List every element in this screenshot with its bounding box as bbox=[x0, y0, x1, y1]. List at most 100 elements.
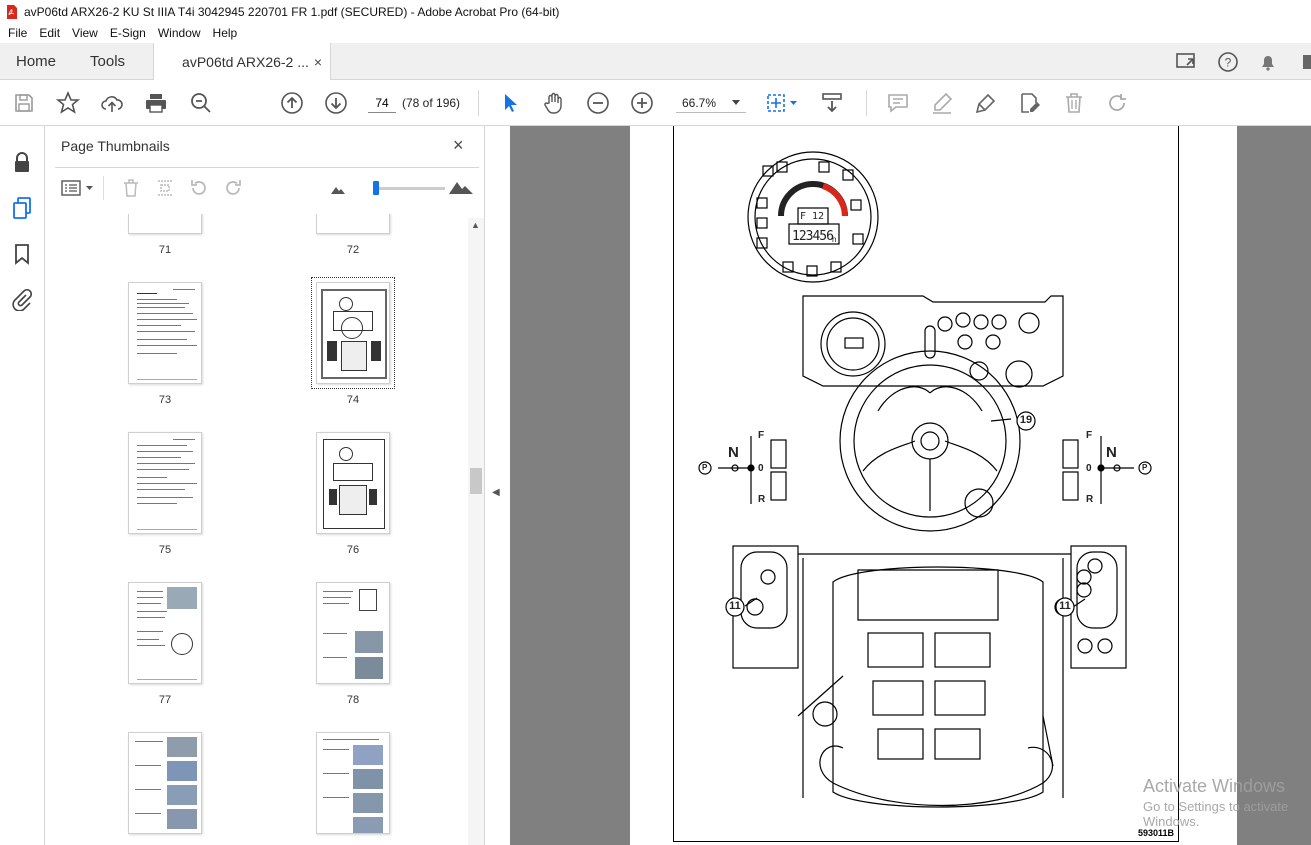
options-menu-icon[interactable] bbox=[61, 180, 95, 196]
page-thumbnail[interactable] bbox=[128, 214, 202, 234]
extract-page-icon[interactable] bbox=[155, 178, 175, 198]
delete-page-icon[interactable] bbox=[121, 178, 141, 198]
thumbnail-label: 75 bbox=[158, 544, 172, 556]
redo-icon[interactable] bbox=[1106, 91, 1130, 115]
menu-window[interactable]: Window bbox=[152, 26, 207, 40]
main-toolbar: (78 of 196) 66.7% bbox=[0, 80, 1311, 126]
zoom-in-icon[interactable] bbox=[630, 91, 654, 115]
gear-label-p-right: P bbox=[1142, 463, 1148, 472]
account-icon[interactable] bbox=[1297, 51, 1311, 73]
gear-label-0-right: 0 bbox=[1086, 463, 1092, 474]
scroll-up-icon[interactable]: ▲ bbox=[471, 220, 480, 230]
rotate-left-icon[interactable] bbox=[189, 178, 209, 198]
upload-cloud-icon[interactable] bbox=[100, 91, 124, 115]
activate-windows-watermark: Activate Windows Go to Settings to activ… bbox=[1143, 776, 1311, 829]
page-thumbnail[interactable] bbox=[128, 282, 202, 384]
gear-label-f-right: F bbox=[1086, 430, 1093, 441]
tab-home[interactable]: Home bbox=[0, 43, 78, 79]
zoom-out-icon[interactable] bbox=[586, 91, 610, 115]
tab-bar: Home Tools avP06td ARX26-2 ... × ? bbox=[0, 43, 1311, 80]
fit-page-icon[interactable] bbox=[766, 91, 800, 115]
thumbnail-label: 76 bbox=[346, 544, 360, 556]
menu-file[interactable]: File bbox=[2, 26, 33, 40]
gear-label-r-left: R bbox=[758, 494, 766, 505]
hour-meter-unit: h bbox=[832, 235, 837, 244]
next-page-icon[interactable] bbox=[324, 91, 348, 115]
toolbar-divider bbox=[103, 176, 104, 200]
thumbnail-size-slider-handle[interactable] bbox=[373, 181, 379, 195]
tab-document[interactable]: avP06td ARX26-2 ... × bbox=[153, 43, 332, 80]
page-thumbnail[interactable] bbox=[316, 432, 390, 534]
hour-meter-value: 123456 bbox=[792, 229, 834, 244]
gear-label-f-left: F bbox=[758, 430, 765, 441]
collapse-panel-icon[interactable]: ◀ bbox=[492, 487, 500, 498]
previous-page-icon[interactable] bbox=[280, 91, 304, 115]
page-thumbnail-selected[interactable] bbox=[311, 277, 395, 389]
thumbnail-label: 73 bbox=[158, 394, 172, 406]
help-icon[interactable]: ? bbox=[1217, 51, 1239, 73]
page-thumbnail[interactable] bbox=[316, 582, 390, 684]
hand-tool-icon[interactable] bbox=[542, 91, 566, 115]
rotate-right-icon[interactable] bbox=[223, 178, 243, 198]
cab-controls-diagram bbox=[698, 151, 1152, 808]
lock-icon[interactable] bbox=[10, 150, 34, 174]
zoom-level-value: 66.7% bbox=[682, 95, 717, 110]
menu-help[interactable]: Help bbox=[207, 26, 244, 40]
gear-display: F 12 bbox=[800, 211, 825, 222]
edit-pdf-icon[interactable] bbox=[1018, 91, 1042, 115]
save-icon[interactable] bbox=[12, 91, 36, 115]
svg-text:?: ? bbox=[1225, 55, 1232, 69]
thumbnail-label: 78 bbox=[346, 694, 360, 706]
zoom-level-select[interactable]: 66.7% bbox=[676, 93, 746, 113]
tab-tools[interactable]: Tools bbox=[78, 43, 153, 79]
thumbnail-label: 71 bbox=[158, 244, 172, 256]
gear-label-n-left: N bbox=[728, 444, 739, 461]
callout-11-left: 11 bbox=[729, 600, 741, 612]
gear-label-r-right: R bbox=[1086, 494, 1094, 505]
window-title: avP06td ARX26-2 KU St IIIA T4i 3042945 2… bbox=[24, 4, 560, 19]
menu-view[interactable]: View bbox=[66, 26, 104, 40]
thumbnail-list: 71 72 73 74 75 76 77 78 bbox=[55, 214, 467, 845]
page-thumbnail[interactable] bbox=[128, 732, 202, 834]
callout-19: 19 bbox=[1019, 414, 1033, 426]
draw-signature-icon[interactable] bbox=[974, 91, 998, 115]
delete-trash-icon[interactable] bbox=[1062, 91, 1086, 115]
pdf-app-icon bbox=[7, 4, 17, 19]
bookmarks-icon[interactable] bbox=[10, 242, 34, 266]
comment-icon[interactable] bbox=[886, 91, 910, 115]
print-icon[interactable] bbox=[144, 91, 168, 115]
gear-label-0-left: 0 bbox=[758, 463, 764, 474]
menu-esign[interactable]: E-Sign bbox=[104, 26, 152, 40]
notification-bell-icon[interactable] bbox=[1257, 51, 1279, 73]
select-cursor-icon[interactable] bbox=[498, 91, 522, 115]
scrollbar-thumb[interactable] bbox=[470, 468, 482, 494]
attachments-icon[interactable] bbox=[10, 288, 34, 312]
page-thumbnails-panel: Page Thumbnails × 71 72 73 74 75 76 77 7… bbox=[45, 126, 485, 845]
page-thumbnail[interactable] bbox=[128, 432, 202, 534]
scroll-mode-icon[interactable] bbox=[820, 91, 844, 115]
thumbnail-scrollbar[interactable]: ▲ bbox=[468, 218, 484, 845]
chevron-down-icon bbox=[732, 99, 740, 105]
tab-close-icon[interactable]: × bbox=[314, 54, 322, 70]
search-zoom-icon[interactable] bbox=[189, 91, 213, 115]
menu-bar: File Edit View E-Sign Window Help bbox=[0, 23, 1311, 43]
figure-code: 593011B bbox=[1138, 828, 1175, 838]
tabbar-right-icons: ? bbox=[1175, 43, 1311, 80]
page-thumbnail[interactable] bbox=[316, 732, 390, 834]
menu-edit[interactable]: Edit bbox=[33, 26, 66, 40]
gear-label-p-left: P bbox=[702, 463, 708, 472]
small-thumbnail-icon[interactable] bbox=[331, 184, 345, 194]
highlight-pen-icon[interactable] bbox=[930, 91, 954, 115]
share-screen-icon[interactable] bbox=[1175, 51, 1199, 73]
page-thumbnails-icon[interactable] bbox=[10, 196, 34, 220]
close-panel-icon[interactable]: × bbox=[453, 135, 464, 156]
toolbar-divider bbox=[866, 90, 867, 116]
page-thumbnail[interactable] bbox=[128, 582, 202, 684]
callout-11-right: 11 bbox=[1059, 600, 1071, 612]
thumbnail-label: 74 bbox=[346, 394, 360, 406]
thumbnail-size-slider[interactable] bbox=[377, 187, 445, 190]
page-number-input[interactable] bbox=[368, 93, 396, 113]
large-thumbnail-icon[interactable] bbox=[449, 178, 473, 194]
bookmark-star-icon[interactable] bbox=[56, 91, 80, 115]
page-thumbnail[interactable] bbox=[316, 214, 390, 234]
